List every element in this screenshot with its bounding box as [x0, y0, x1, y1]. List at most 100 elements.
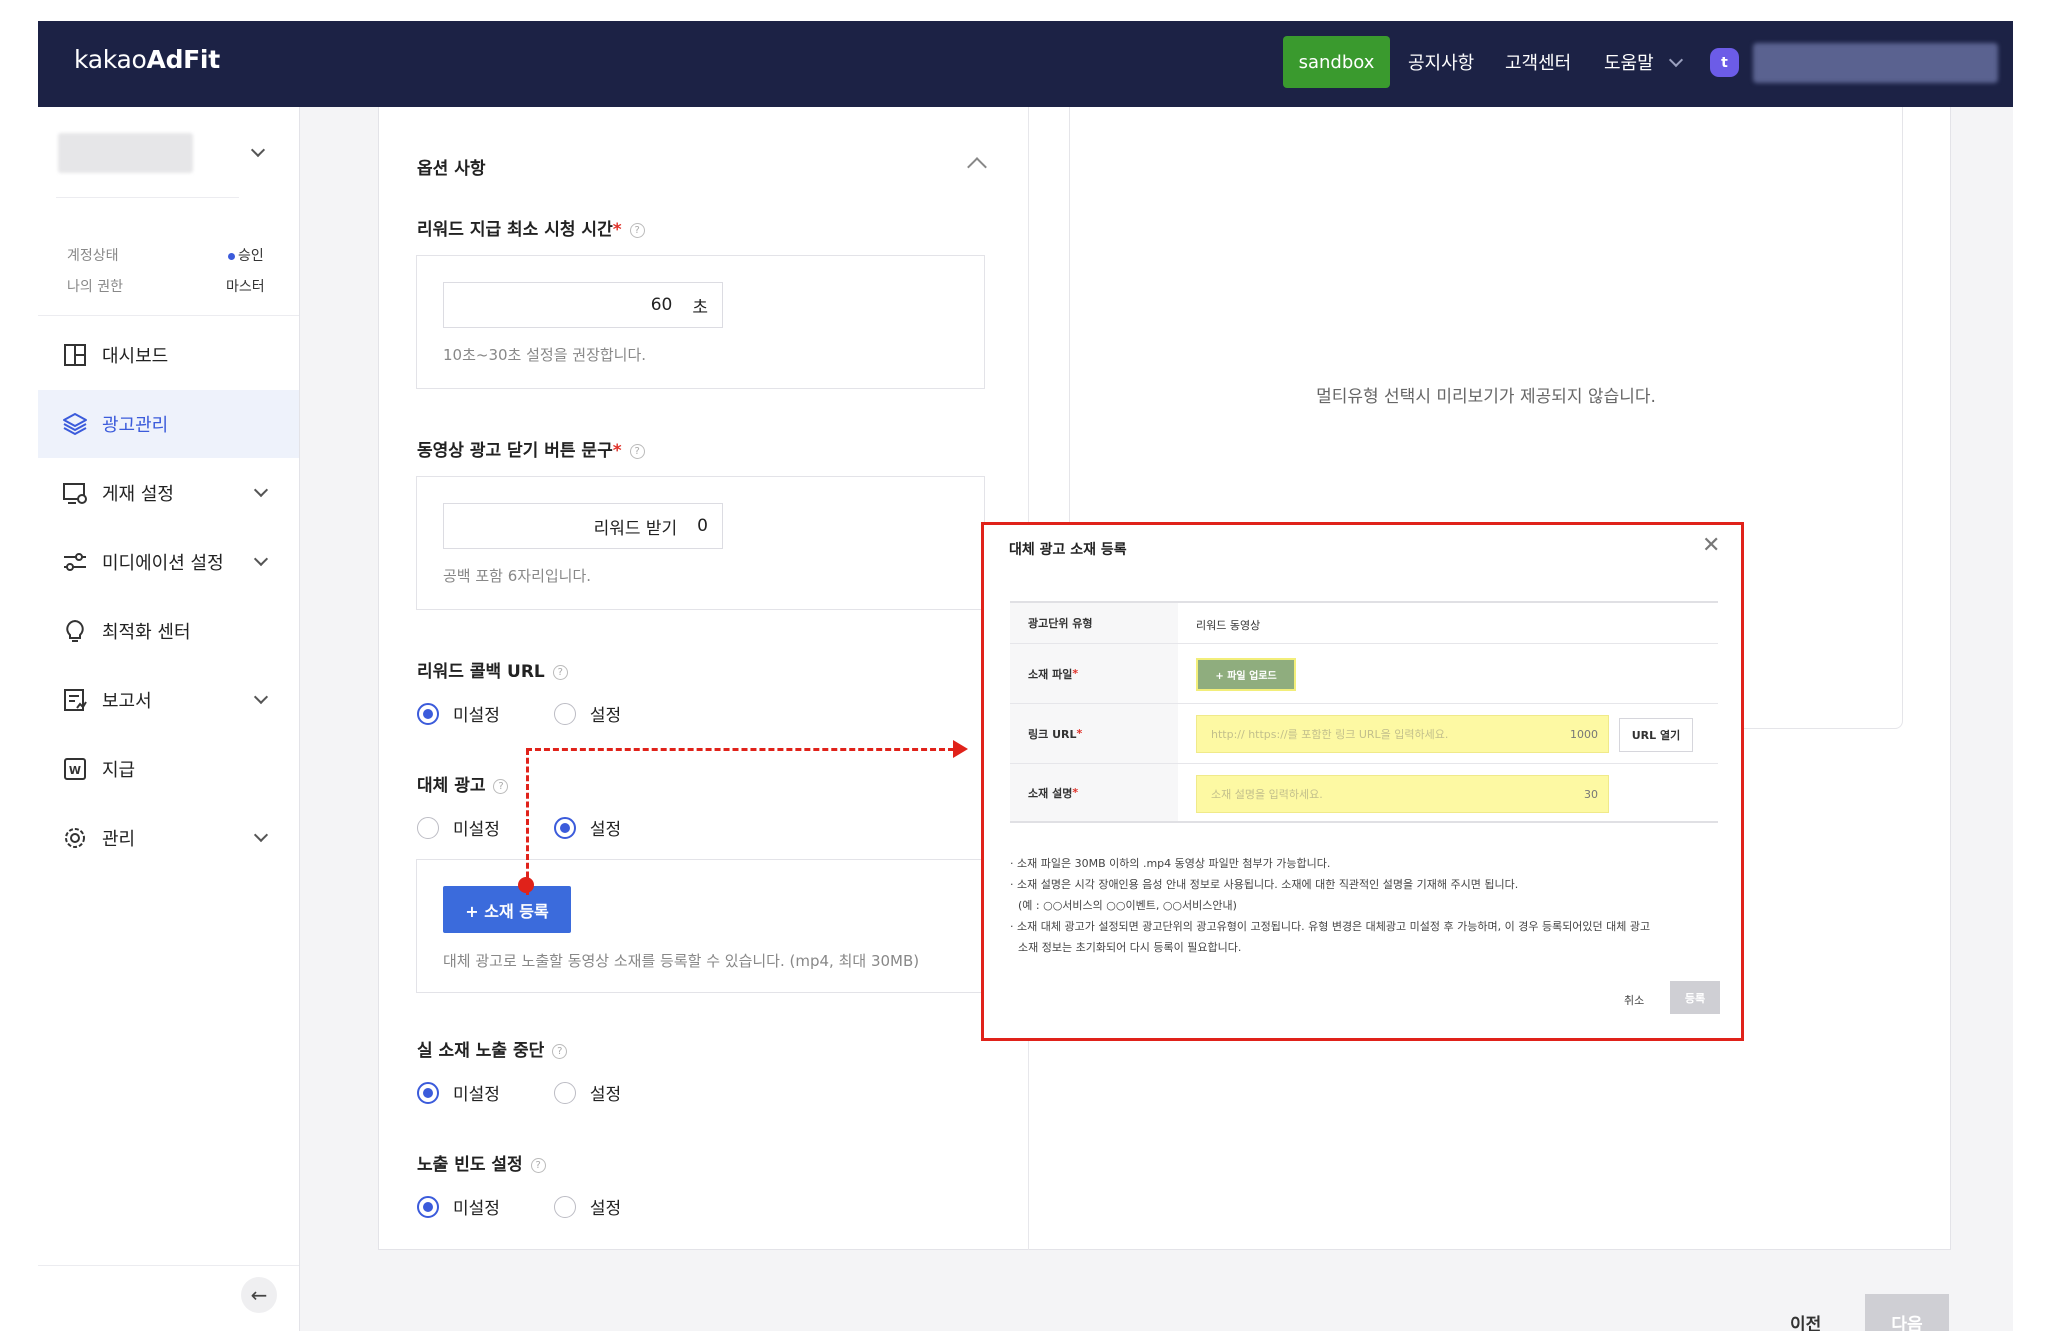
account-status-label: 계정상태 [67, 248, 119, 264]
help-chevron-down-icon[interactable] [1668, 52, 1684, 68]
nav-help[interactable]: 도움말 [1604, 49, 1654, 75]
sliders-icon [64, 553, 86, 571]
modal-row-description: 소재 설명 * 소재 설명을 입력하세요. 30 [1010, 763, 1718, 823]
radio-unset[interactable] [417, 1195, 439, 1218]
help-icon[interactable]: ? [493, 778, 509, 794]
sidebar-item-display-settings[interactable]: 게재 설정 [38, 459, 299, 527]
unit-type-label: 광고단위 유형 [1010, 603, 1178, 643]
user-avatar[interactable]: t [1710, 48, 1739, 77]
note-line: (예 : ○○서비스의 ○○이벤트, ○○서비스안내) [1018, 899, 1237, 912]
file-label: 소재 파일 * [1010, 644, 1178, 703]
sidebar-item-ad-management[interactable]: 광고관리 [38, 390, 299, 458]
report-icon [64, 689, 87, 711]
arrow-left-icon: ← [250, 1283, 268, 1307]
callback-url-title: 리워드 콜백 URL? [417, 657, 568, 682]
dashboard-icon [64, 344, 86, 366]
help-icon[interactable]: ? [552, 664, 568, 680]
annotation-dashed-line [526, 748, 954, 751]
radio-set[interactable] [553, 702, 576, 725]
close-text-hint: 공백 포함 6자리입니다. [443, 567, 592, 585]
note-line: 소재 정보는 초기화되어 다시 등록이 필요합니다. [1018, 941, 1242, 954]
sidebar-item-reports[interactable]: 보고서 [38, 666, 299, 734]
sidebar-item-label: 보고서 [102, 691, 152, 712]
sidebar-item-label: 광고관리 [102, 415, 169, 436]
close-icon[interactable]: ✕ [1702, 535, 1720, 557]
collapse-sidebar-button[interactable]: ← [241, 1277, 277, 1313]
frequency-radios: 미설정 설정 [417, 1194, 621, 1219]
link-url-label: 링크 URL * [1010, 704, 1178, 763]
chevron-down-icon [253, 482, 269, 498]
unit-type-value: 리워드 동영상 [1196, 619, 1261, 632]
modal-row-link: 링크 URL * http:// https://를 포함한 링크 URL을 입력… [1010, 703, 1718, 763]
sidebar-item-dashboard[interactable]: 대시보드 [38, 321, 299, 389]
sandbox-badge[interactable]: sandbox [1283, 36, 1390, 88]
app-frame: kakaoAdFit sandbox 공지사항 고객센터 도움말 t 계정상태 … [38, 21, 2013, 1331]
sidebar-item-management[interactable]: 관리 [38, 804, 299, 872]
alt-ad-title: 대체 광고? [417, 771, 509, 796]
help-icon[interactable]: ? [552, 1043, 568, 1059]
kakao-adfit-logo[interactable]: kakaoAdFit [74, 45, 220, 74]
stop-exposure-radios: 미설정 설정 [417, 1080, 621, 1105]
status-dot-icon [228, 252, 235, 260]
frequency-title: 노출 빈도 설정? [417, 1150, 546, 1175]
alt-creative-modal: 대체 광고 소재 등록 ✕ 광고단위 유형 리워드 동영상 소재 파일 * + 파… [981, 522, 1744, 1041]
sidebar-item-label: 관리 [102, 829, 136, 850]
radio-set[interactable] [553, 816, 576, 839]
layers-icon [63, 413, 87, 436]
role-value: 마스터 [226, 279, 265, 295]
annotation-dot [518, 877, 534, 893]
close-text-title: 동영상 광고 닫기 버튼 문구*? [417, 436, 645, 461]
account-selector-redacted[interactable] [58, 133, 193, 173]
alt-ad-hint: 대체 광고로 노출할 동영상 소재를 등록할 수 있습니다. (mp4, 최대 … [443, 952, 920, 970]
close-text-input[interactable]: 리워드 받기 0 [443, 503, 723, 549]
sidebar-item-label: 미디에이션 설정 [102, 553, 224, 574]
display-settings-icon [63, 483, 87, 504]
file-upload-button[interactable]: + 파일 업로드 [1196, 658, 1296, 691]
modal-row-file: 소재 파일 * + 파일 업로드 [1010, 643, 1718, 703]
min-watch-title: 리워드 지급 최소 시청 시간*? [417, 215, 645, 240]
chevron-down-icon [253, 551, 269, 567]
description-label: 소재 설명 * [1010, 764, 1178, 821]
description-input[interactable]: 소재 설명을 입력하세요. 30 [1196, 775, 1609, 813]
radio-unset[interactable] [417, 1081, 439, 1104]
sidebar-item-mediation-settings[interactable]: 미디에이션 설정 [38, 528, 299, 596]
next-button[interactable]: 다음 [1865, 1294, 1949, 1331]
add-creative-button[interactable]: + 소재 등록 [443, 886, 571, 933]
help-icon[interactable]: ? [530, 1157, 546, 1173]
description-count: 30 [1584, 787, 1598, 801]
radio-set[interactable] [553, 1195, 576, 1218]
radio-unset[interactable] [417, 702, 439, 725]
note-line: · 소재 파일은 30MB 이하의 .mp4 동영상 파일만 첨부가 가능합니다… [1010, 857, 1331, 870]
sidebar-item-optimization-center[interactable]: 최적화 센터 [38, 597, 299, 665]
preview-message: 멀티유형 선택시 미리보기가 제공되지 않습니다. [1316, 387, 1656, 407]
help-icon[interactable]: ? [629, 222, 645, 238]
role-label: 나의 권한 [67, 279, 123, 295]
radio-set[interactable] [553, 1081, 576, 1104]
sidebar-divider [38, 315, 299, 316]
sidebar-item-label: 최적화 센터 [102, 622, 191, 643]
annotation-dashed-line [526, 749, 529, 895]
payment-icon: W [64, 758, 86, 780]
sidebar-divider [56, 197, 239, 198]
modal-cancel-button[interactable]: 취소 [1624, 992, 1644, 1008]
user-name-redacted[interactable] [1753, 43, 1998, 83]
sidebar-item-label: 지급 [102, 760, 136, 781]
modal-row-unit-type: 광고단위 유형 리워드 동영상 [1010, 601, 1718, 643]
min-watch-hint: 10초~30초 설정을 권장합니다. [443, 346, 647, 364]
open-url-button[interactable]: URL 열기 [1619, 718, 1693, 752]
alt-ad-radios: 미설정 설정 [417, 815, 621, 840]
prev-button[interactable]: 이전 [1790, 1310, 1821, 1331]
modal-notes: · 소재 파일은 30MB 이하의 .mp4 동영상 파일만 첨부가 가능합니다… [1010, 853, 1722, 958]
nav-support[interactable]: 고객센터 [1505, 49, 1571, 75]
account-chevron-down-icon[interactable] [250, 142, 266, 158]
min-watch-input[interactable]: 60 초 [443, 282, 723, 328]
sidebar-item-payment[interactable]: W 지급 [38, 735, 299, 803]
top-header: kakaoAdFit sandbox 공지사항 고객센터 도움말 t [38, 21, 2013, 107]
gear-icon [65, 828, 85, 848]
link-url-input[interactable]: http:// https://를 포함한 링크 URL을 입력하세요. 100… [1196, 715, 1609, 753]
sidebar-divider [38, 1265, 299, 1266]
help-icon[interactable]: ? [629, 443, 645, 459]
radio-unset[interactable] [417, 816, 439, 839]
nav-notice[interactable]: 공지사항 [1408, 49, 1474, 75]
modal-register-button[interactable]: 등록 [1670, 981, 1720, 1014]
